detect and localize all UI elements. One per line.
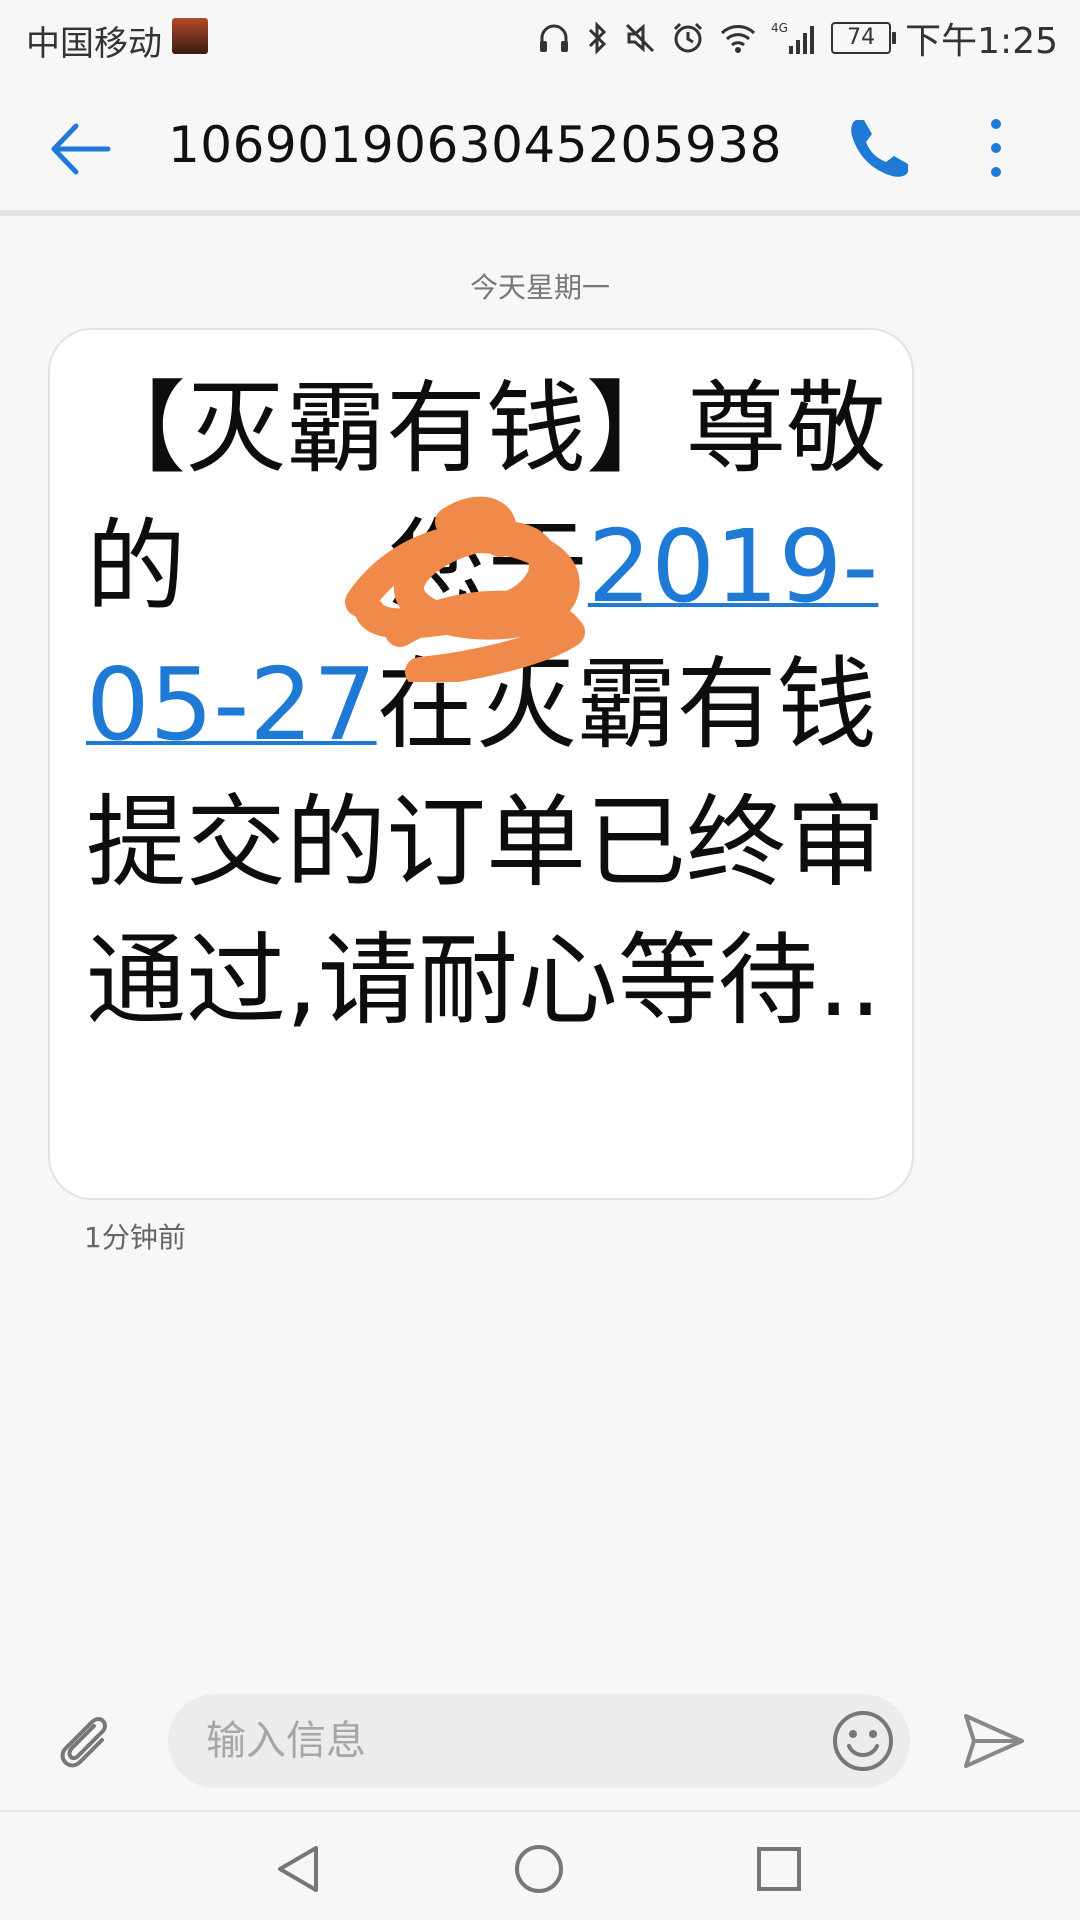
svg-text:4G: 4G	[771, 21, 788, 35]
carrier-name: 中国移动	[26, 24, 162, 64]
alarm-icon	[674, 22, 703, 53]
message-timestamp: 1分钟前	[84, 1221, 186, 1254]
call-button[interactable]	[842, 110, 918, 186]
message-composer	[0, 1680, 1080, 1800]
smiley-icon	[833, 1711, 893, 1771]
status-time: 下午1:25	[905, 21, 1058, 62]
mute-icon	[626, 23, 655, 53]
attach-button[interactable]	[52, 1708, 118, 1774]
arrow-left-icon	[51, 123, 111, 175]
contact-title: 1069019063045205938	[168, 116, 782, 174]
nav-back-button[interactable]	[272, 1842, 326, 1896]
send-arrow-icon	[964, 1714, 1024, 1768]
status-bar: 中国移动 4G 74 下午1:25	[0, 0, 1080, 76]
nav-recent-button[interactable]	[752, 1842, 806, 1896]
redaction-scribble	[345, 496, 585, 682]
more-options-button[interactable]	[970, 110, 1022, 186]
vertical-dots-icon	[991, 119, 1001, 177]
emoji-button[interactable]	[830, 1708, 896, 1774]
bluetooth-icon	[589, 21, 607, 55]
message-text: 【灭霸有钱】尊敬的 ,您于2019-05-27在灭霸有钱提交的订单已终审通过,请耐…	[86, 360, 886, 1050]
triangle-back-icon	[278, 1846, 318, 1892]
wifi-icon	[721, 25, 756, 53]
headphones-icon	[540, 24, 569, 52]
message-input[interactable]	[168, 1694, 910, 1788]
nav-home-button[interactable]	[512, 1842, 566, 1896]
navigation-bar	[0, 1810, 1080, 1920]
date-divider: 今天星期一	[469, 271, 610, 304]
header-divider	[0, 210, 1080, 216]
paperclip-icon	[60, 1717, 107, 1768]
conversation-header: 1069019063045205938	[0, 76, 1080, 210]
status-icons: 4G 74 下午1:25	[537, 14, 1058, 62]
phone-icon	[851, 120, 908, 177]
carrier-badge-icon	[172, 18, 208, 54]
send-button[interactable]	[960, 1708, 1028, 1774]
message-bubble[interactable]: 【灭霸有钱】尊敬的 ,您于2019-05-27在灭霸有钱提交的订单已终审通过,请耐…	[48, 328, 914, 1200]
signal-4g-icon: 4G	[771, 21, 815, 54]
square-recent-icon	[757, 1847, 801, 1891]
circle-home-icon	[515, 1845, 563, 1893]
back-button[interactable]	[44, 112, 118, 186]
battery-level: 74	[831, 22, 897, 54]
